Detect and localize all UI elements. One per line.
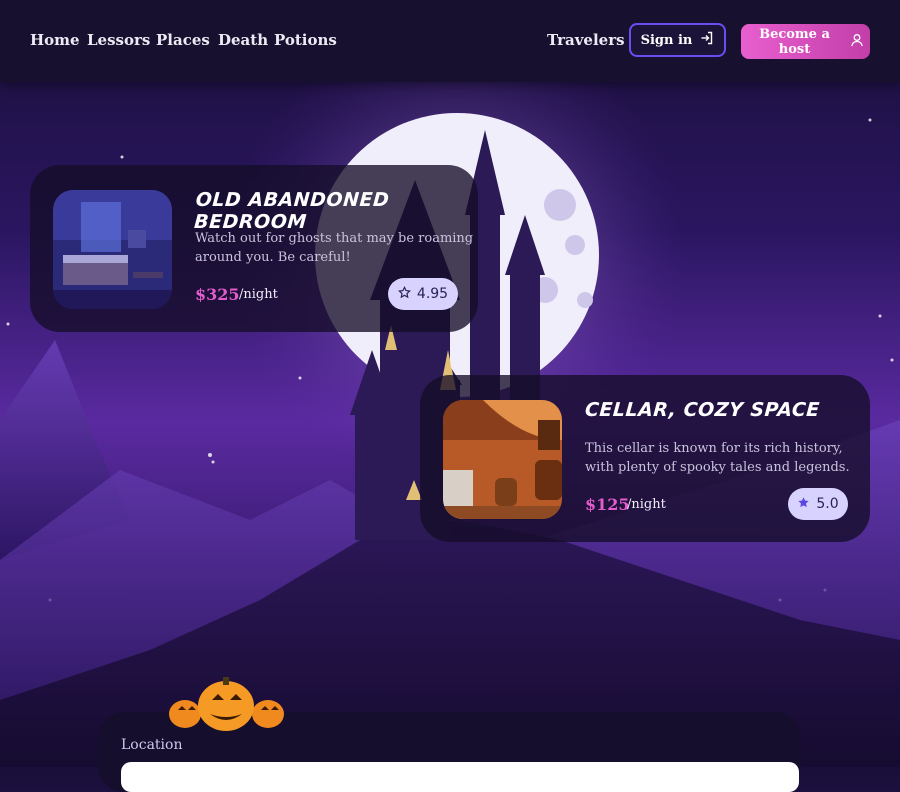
nav-link-potions[interactable]: Potions <box>274 31 337 49</box>
nav-link-death[interactable]: Death <box>218 31 268 49</box>
listing-price: $325 <box>195 285 240 304</box>
rating-badge: 4.95 <box>388 278 458 310</box>
nav-link-home[interactable]: Home <box>30 31 80 49</box>
star-filled-icon <box>797 496 810 513</box>
listing-card-cellar[interactable]: Cellar, Cozy Space This cellar is known … <box>420 375 870 542</box>
user-icon <box>850 33 864 51</box>
sign-in-label: Sign in <box>640 32 693 48</box>
become-host-button[interactable]: Become a host <box>741 24 870 59</box>
listing-title: Cellar, Cozy Space <box>584 399 821 421</box>
nav-link-travelers[interactable]: Travelers <box>547 31 625 49</box>
become-host-label: Become a host <box>759 26 830 57</box>
pumpkins-decoration <box>169 677 284 731</box>
location-label: Location <box>121 737 183 753</box>
nav-link-places[interactable]: Places <box>156 31 210 49</box>
login-icon <box>700 31 714 49</box>
listing-title: Old Abandoned Bedroom <box>193 189 391 233</box>
star-outline-icon <box>397 285 411 303</box>
listing-description: This cellar is known for its rich histor… <box>585 441 850 475</box>
rating-badge: 5.0 <box>788 488 848 520</box>
sign-in-button[interactable]: Sign in <box>629 23 726 57</box>
nav-link-lessors[interactable]: Lessors <box>87 31 150 49</box>
listing-price-unit: /night <box>239 287 278 302</box>
top-navbar: Home Lessors Places Death Potions Travel… <box>0 0 900 82</box>
listing-card-bedroom[interactable]: Old Abandoned Bedroom Watch out for ghos… <box>30 165 478 332</box>
listing-image-bedroom[interactable] <box>53 190 172 309</box>
listing-price: $125 <box>585 495 630 514</box>
rating-value: 5.0 <box>816 496 839 512</box>
listing-description: Watch out for ghosts that may be roaming… <box>195 231 474 265</box>
listing-image-cellar[interactable] <box>443 400 562 519</box>
rating-value: 4.95 <box>416 286 449 302</box>
listing-price-unit: /night <box>627 497 666 512</box>
